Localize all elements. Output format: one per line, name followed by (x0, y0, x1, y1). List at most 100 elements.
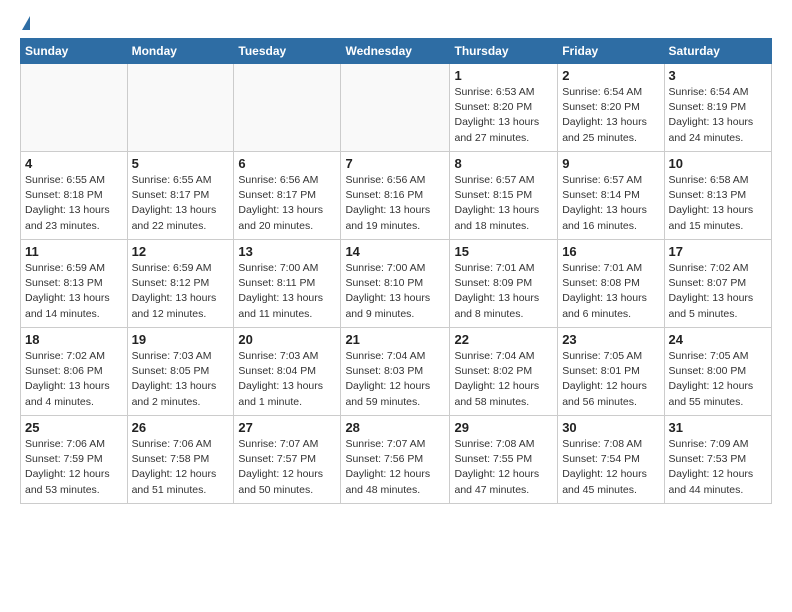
calendar-cell: 9 Sunrise: 6:57 AMSunset: 8:14 PMDaylight… (558, 152, 664, 240)
day-info: Sunrise: 7:00 AMSunset: 8:11 PMDaylight:… (238, 261, 336, 322)
day-number: 22 (454, 332, 553, 347)
calendar-cell: 29 Sunrise: 7:08 AMSunset: 7:55 PMDayligh… (450, 416, 558, 504)
calendar-cell: 1 Sunrise: 6:53 AMSunset: 8:20 PMDaylight… (450, 64, 558, 152)
day-number: 20 (238, 332, 336, 347)
day-info: Sunrise: 6:53 AMSunset: 8:20 PMDaylight:… (454, 85, 553, 146)
day-info: Sunrise: 7:09 AMSunset: 7:53 PMDaylight:… (669, 437, 767, 498)
day-number: 27 (238, 420, 336, 435)
calendar-cell: 13 Sunrise: 7:00 AMSunset: 8:11 PMDayligh… (234, 240, 341, 328)
day-number: 24 (669, 332, 767, 347)
day-info: Sunrise: 7:03 AMSunset: 8:04 PMDaylight:… (238, 349, 336, 410)
day-info: Sunrise: 6:54 AMSunset: 8:19 PMDaylight:… (669, 85, 767, 146)
calendar-cell (341, 64, 450, 152)
calendar-cell: 3 Sunrise: 6:54 AMSunset: 8:19 PMDaylight… (664, 64, 771, 152)
day-info: Sunrise: 7:03 AMSunset: 8:05 PMDaylight:… (132, 349, 230, 410)
calendar-cell: 18Sunrise: 7:02 AMSunset: 8:06 PMDayligh… (21, 328, 128, 416)
day-number: 2 (562, 68, 659, 83)
day-info: Sunrise: 6:55 AMSunset: 8:17 PMDaylight:… (132, 173, 230, 234)
calendar-cell (21, 64, 128, 152)
day-info: Sunrise: 6:56 AMSunset: 8:16 PMDaylight:… (345, 173, 445, 234)
calendar-header-wednesday: Wednesday (341, 39, 450, 64)
calendar-cell: 5Sunrise: 6:55 AMSunset: 8:17 PMDaylight… (127, 152, 234, 240)
day-number: 29 (454, 420, 553, 435)
day-number: 16 (562, 244, 659, 259)
day-number: 28 (345, 420, 445, 435)
day-number: 11 (25, 244, 123, 259)
week-row-3: 11 Sunrise: 6:59 AMSunset: 8:13 PMDayligh… (21, 240, 772, 328)
day-info: Sunrise: 7:07 AMSunset: 7:57 PMDaylight:… (238, 437, 336, 498)
calendar-cell: 17 Sunrise: 7:02 AMSunset: 8:07 PMDayligh… (664, 240, 771, 328)
logo-triangle-icon (22, 16, 30, 30)
day-number: 9 (562, 156, 659, 171)
day-info: Sunrise: 6:56 AMSunset: 8:17 PMDaylight:… (238, 173, 336, 234)
day-number: 7 (345, 156, 445, 171)
day-number: 13 (238, 244, 336, 259)
day-info: Sunrise: 6:55 AMSunset: 8:18 PMDaylight:… (25, 173, 123, 234)
calendar-header-monday: Monday (127, 39, 234, 64)
calendar-header-sunday: Sunday (21, 39, 128, 64)
logo (20, 16, 30, 30)
day-number: 15 (454, 244, 553, 259)
day-info: Sunrise: 6:57 AMSunset: 8:15 PMDaylight:… (454, 173, 553, 234)
calendar-cell: 14 Sunrise: 7:00 AMSunset: 8:10 PMDayligh… (341, 240, 450, 328)
calendar-cell: 11 Sunrise: 6:59 AMSunset: 8:13 PMDayligh… (21, 240, 128, 328)
calendar-cell: 31 Sunrise: 7:09 AMSunset: 7:53 PMDayligh… (664, 416, 771, 504)
calendar-cell (234, 64, 341, 152)
calendar-cell: 23 Sunrise: 7:05 AMSunset: 8:01 PMDayligh… (558, 328, 664, 416)
calendar-header-row: SundayMondayTuesdayWednesdayThursdayFrid… (21, 39, 772, 64)
calendar-cell: 6 Sunrise: 6:56 AMSunset: 8:17 PMDaylight… (234, 152, 341, 240)
day-info: Sunrise: 6:59 AMSunset: 8:13 PMDaylight:… (25, 261, 123, 322)
calendar-cell: 19 Sunrise: 7:03 AMSunset: 8:05 PMDayligh… (127, 328, 234, 416)
day-number: 3 (669, 68, 767, 83)
day-number: 6 (238, 156, 336, 171)
day-info: Sunrise: 6:54 AMSunset: 8:20 PMDaylight:… (562, 85, 659, 146)
day-number: 23 (562, 332, 659, 347)
calendar-cell: 12 Sunrise: 6:59 AMSunset: 8:12 PMDayligh… (127, 240, 234, 328)
calendar-cell: 4Sunrise: 6:55 AMSunset: 8:18 PMDaylight… (21, 152, 128, 240)
day-info: Sunrise: 7:04 AMSunset: 8:02 PMDaylight:… (454, 349, 553, 410)
day-info: Sunrise: 7:05 AMSunset: 8:00 PMDaylight:… (669, 349, 767, 410)
day-number: 25 (25, 420, 123, 435)
day-info: Sunrise: 7:05 AMSunset: 8:01 PMDaylight:… (562, 349, 659, 410)
day-info: Sunrise: 7:00 AMSunset: 8:10 PMDaylight:… (345, 261, 445, 322)
calendar-cell: 7 Sunrise: 6:56 AMSunset: 8:16 PMDaylight… (341, 152, 450, 240)
day-number: 17 (669, 244, 767, 259)
week-row-2: 4Sunrise: 6:55 AMSunset: 8:18 PMDaylight… (21, 152, 772, 240)
calendar-cell: 30Sunrise: 7:08 AMSunset: 7:54 PMDayligh… (558, 416, 664, 504)
day-info: Sunrise: 7:01 AMSunset: 8:08 PMDaylight:… (562, 261, 659, 322)
day-number: 31 (669, 420, 767, 435)
calendar-cell: 2 Sunrise: 6:54 AMSunset: 8:20 PMDaylight… (558, 64, 664, 152)
calendar-cell (127, 64, 234, 152)
day-info: Sunrise: 7:08 AMSunset: 7:55 PMDaylight:… (454, 437, 553, 498)
day-number: 8 (454, 156, 553, 171)
day-info: Sunrise: 7:01 AMSunset: 8:09 PMDaylight:… (454, 261, 553, 322)
calendar-header-thursday: Thursday (450, 39, 558, 64)
day-info: Sunrise: 7:02 AMSunset: 8:07 PMDaylight:… (669, 261, 767, 322)
calendar-cell: 16 Sunrise: 7:01 AMSunset: 8:08 PMDayligh… (558, 240, 664, 328)
day-number: 14 (345, 244, 445, 259)
calendar-header-saturday: Saturday (664, 39, 771, 64)
day-number: 10 (669, 156, 767, 171)
calendar-cell: 24 Sunrise: 7:05 AMSunset: 8:00 PMDayligh… (664, 328, 771, 416)
calendar-cell: 10 Sunrise: 6:58 AMSunset: 8:13 PMDayligh… (664, 152, 771, 240)
day-number: 1 (454, 68, 553, 83)
calendar-cell: 8 Sunrise: 6:57 AMSunset: 8:15 PMDaylight… (450, 152, 558, 240)
calendar-cell: 27 Sunrise: 7:07 AMSunset: 7:57 PMDayligh… (234, 416, 341, 504)
day-info: Sunrise: 7:07 AMSunset: 7:56 PMDaylight:… (345, 437, 445, 498)
day-number: 18 (25, 332, 123, 347)
calendar-cell: 15 Sunrise: 7:01 AMSunset: 8:09 PMDayligh… (450, 240, 558, 328)
calendar-cell: 22 Sunrise: 7:04 AMSunset: 8:02 PMDayligh… (450, 328, 558, 416)
day-info: Sunrise: 6:57 AMSunset: 8:14 PMDaylight:… (562, 173, 659, 234)
calendar-header-tuesday: Tuesday (234, 39, 341, 64)
calendar-table: SundayMondayTuesdayWednesdayThursdayFrid… (20, 38, 772, 504)
calendar-cell: 25Sunrise: 7:06 AMSunset: 7:59 PMDayligh… (21, 416, 128, 504)
day-number: 19 (132, 332, 230, 347)
day-info: Sunrise: 7:04 AMSunset: 8:03 PMDaylight:… (345, 349, 445, 410)
calendar-cell: 21Sunrise: 7:04 AMSunset: 8:03 PMDayligh… (341, 328, 450, 416)
day-info: Sunrise: 6:59 AMSunset: 8:12 PMDaylight:… (132, 261, 230, 322)
day-number: 12 (132, 244, 230, 259)
week-row-1: 1 Sunrise: 6:53 AMSunset: 8:20 PMDaylight… (21, 64, 772, 152)
day-info: Sunrise: 6:58 AMSunset: 8:13 PMDaylight:… (669, 173, 767, 234)
week-row-4: 18Sunrise: 7:02 AMSunset: 8:06 PMDayligh… (21, 328, 772, 416)
calendar-cell: 28 Sunrise: 7:07 AMSunset: 7:56 PMDayligh… (341, 416, 450, 504)
